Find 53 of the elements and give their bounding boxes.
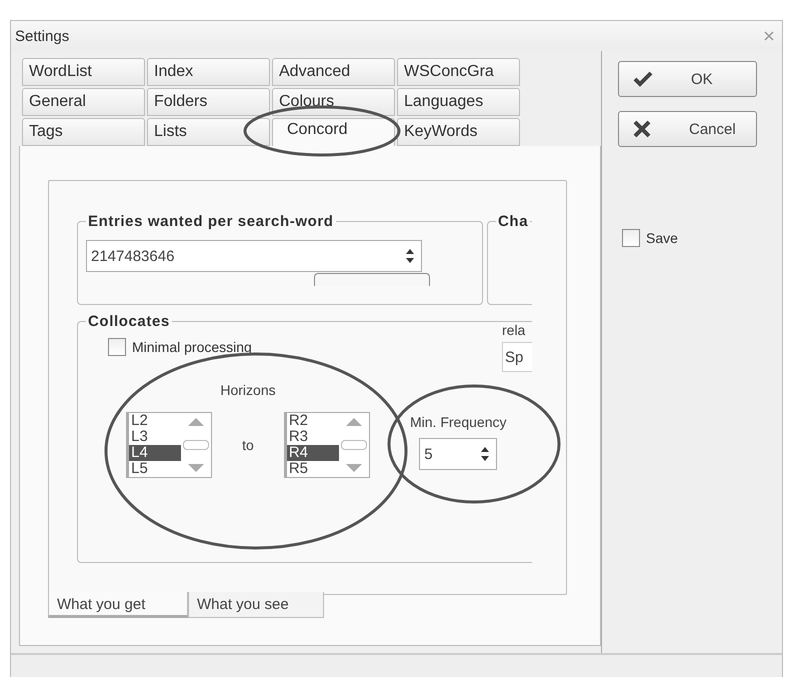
checkbox[interactable]: [108, 338, 126, 356]
close-icon: [633, 120, 651, 138]
min-frequency-spin-field[interactable]: 5: [419, 438, 498, 470]
settings-tab[interactable]: Languages: [397, 88, 520, 116]
min-frequency-label: Min. Frequency: [410, 414, 506, 430]
group-title: Collocates: [87, 313, 171, 330]
checkbox-label: Save: [646, 230, 678, 246]
settings-tab[interactable]: Concord: [272, 118, 395, 146]
ok-button[interactable]: OK: [618, 61, 757, 97]
settings-tab[interactable]: Advanced: [272, 58, 395, 86]
settings-tab[interactable]: Colours: [272, 88, 395, 116]
list-item[interactable]: L5: [129, 461, 182, 477]
spin-arrows-icon[interactable]: [405, 247, 415, 265]
group-title: Entries wanted per search-word: [87, 213, 335, 230]
horizon-listbox[interactable]: L2 L3 L4 L5: [126, 412, 212, 478]
spin-arrows-icon[interactable]: [480, 445, 490, 463]
to-label: to: [242, 437, 254, 453]
scroll-thumb[interactable]: [183, 440, 210, 450]
page-tab[interactable]: What you see: [188, 592, 324, 618]
close-icon[interactable]: [764, 31, 774, 41]
check-icon: [633, 71, 653, 87]
entries-spin-field[interactable]: 2147483646: [86, 240, 422, 272]
list-item[interactable]: R2: [286, 413, 339, 429]
settings-tab[interactable]: WSConcGra: [397, 58, 520, 86]
scroll-down-icon[interactable]: [344, 463, 363, 473]
scroll-thumb[interactable]: [340, 440, 367, 450]
settings-tab[interactable]: Folders: [147, 88, 270, 116]
checkbox-label: Minimal processing: [132, 339, 252, 355]
scroll-up-icon[interactable]: [187, 417, 206, 427]
cancel-button[interactable]: Cancel: [618, 111, 757, 147]
settings-tab[interactable]: General: [22, 88, 145, 116]
settings-tab[interactable]: Index: [147, 58, 270, 86]
list-item[interactable]: R3: [286, 429, 339, 445]
list-item[interactable]: L4: [129, 445, 182, 461]
horizon-listbox[interactable]: R2 R3 R4 R5: [284, 412, 370, 478]
checkbox[interactable]: [622, 229, 640, 247]
cut-off-button[interactable]: [314, 273, 430, 286]
list-item[interactable]: L3: [129, 429, 182, 445]
field-label: rela: [502, 322, 526, 338]
list-item[interactable]: R5: [286, 461, 339, 477]
scroll-down-icon[interactable]: [187, 463, 206, 473]
list-item[interactable]: L2: [129, 413, 182, 429]
settings-tab[interactable]: WordList: [22, 58, 145, 86]
settings-tab[interactable]: Lists: [147, 118, 270, 146]
horizons-label: Horizons: [220, 382, 276, 398]
page-tab[interactable]: What you get: [48, 592, 188, 618]
text-field[interactable]: Sp: [502, 342, 532, 372]
scroll-up-icon[interactable]: [344, 417, 363, 427]
group-title: Cha: [497, 213, 530, 230]
settings-tab[interactable]: KeyWords: [397, 118, 520, 146]
settings-tab[interactable]: Tags: [22, 118, 145, 146]
window-title: Settings: [15, 28, 70, 44]
list-item[interactable]: R4: [286, 445, 339, 461]
